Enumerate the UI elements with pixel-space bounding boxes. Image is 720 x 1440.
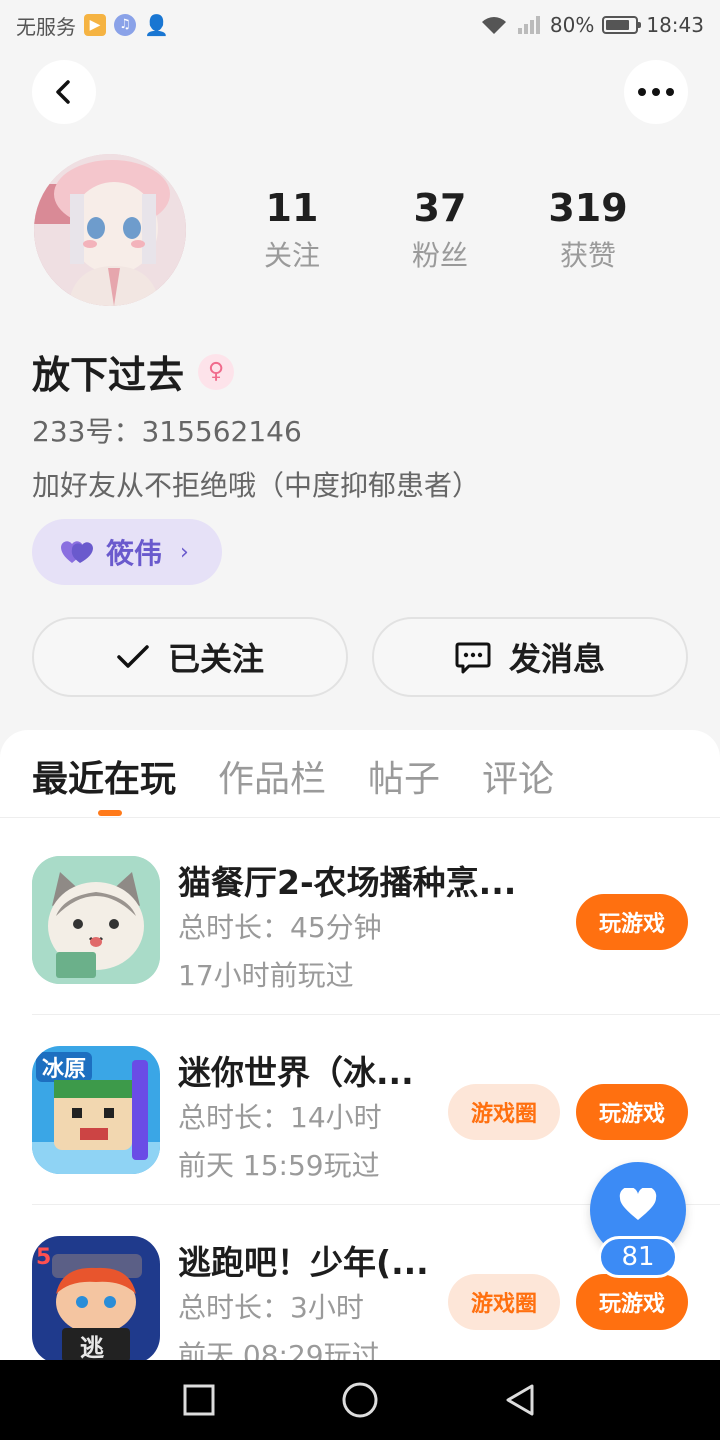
signal-icon bbox=[517, 16, 540, 34]
user-status-icon: 👤 bbox=[144, 13, 169, 37]
stat-following[interactable]: 11 关注 bbox=[218, 186, 366, 274]
female-icon: ♀ bbox=[198, 353, 235, 390]
svg-text:逃: 逃 bbox=[80, 1334, 104, 1362]
stat-followers[interactable]: 37 粉丝 bbox=[366, 186, 514, 274]
game-icon-mini-world[interactable]: 冰原 bbox=[32, 1046, 160, 1174]
send-message-label: 发消息 bbox=[508, 640, 605, 678]
more-dots-icon bbox=[638, 88, 674, 96]
game-icon-run-away[interactable]: 5 逃 bbox=[32, 1236, 160, 1364]
divider bbox=[32, 1014, 720, 1015]
stat-label: 获赞 bbox=[559, 239, 616, 272]
play-game-button[interactable]: 玩游戏 bbox=[576, 1274, 688, 1330]
carrier-text: 无服务 bbox=[16, 14, 76, 39]
chat-bubble-icon bbox=[455, 642, 491, 674]
play-game-button[interactable]: 玩游戏 bbox=[576, 894, 688, 950]
tab-comments[interactable]: 评论 bbox=[482, 750, 554, 818]
clock: 18:43 bbox=[646, 13, 704, 37]
game-duration: 总时长：45分钟 bbox=[178, 911, 382, 944]
cat-illustration bbox=[32, 856, 160, 984]
heart-icon bbox=[619, 1188, 657, 1220]
avatar-illustration bbox=[34, 154, 186, 306]
bio: 加好友从不拒绝哦（中度抑郁患者） bbox=[32, 469, 481, 502]
divider bbox=[0, 817, 720, 818]
tab-works[interactable]: 作品栏 bbox=[218, 750, 326, 818]
stat-label: 粉丝 bbox=[411, 239, 468, 272]
game-last-played: 前天 15:59玩过 bbox=[178, 1149, 380, 1182]
status-bar: 无服务 ▶ ♫ 👤 80% 18:43 bbox=[0, 0, 720, 50]
stat-value: 11 bbox=[265, 186, 319, 230]
run-away-illustration: 5 逃 bbox=[32, 1236, 160, 1364]
game-name: 迷你世界（冰... bbox=[178, 1053, 414, 1092]
battery-icon bbox=[602, 16, 642, 34]
back-button[interactable] bbox=[32, 60, 96, 124]
recent-apps-icon[interactable] bbox=[182, 1383, 216, 1417]
game-duration: 总时长：14小时 bbox=[178, 1101, 382, 1134]
cp-badge[interactable]: 筱伟 › bbox=[32, 519, 222, 585]
video-app-icon: ▶ bbox=[84, 14, 106, 36]
stat-likes[interactable]: 319 获赞 bbox=[514, 186, 662, 274]
stat-value: 37 bbox=[413, 186, 467, 230]
battery-percent: 80% bbox=[549, 13, 595, 37]
game-name: 猫餐厅2-农场播种烹... bbox=[178, 863, 517, 902]
svg-text:冰原: 冰原 bbox=[42, 1057, 86, 1082]
followed-label: 已关注 bbox=[167, 640, 264, 678]
system-nav-bar bbox=[0, 1360, 720, 1440]
game-circle-button[interactable]: 游戏圈 bbox=[448, 1084, 560, 1140]
chevron-right-icon: › bbox=[180, 539, 189, 565]
tab-posts[interactable]: 帖子 bbox=[368, 750, 440, 818]
tab-bar: 最近在玩 作品栏 帖子 评论 bbox=[32, 750, 554, 818]
music-app-icon: ♫ bbox=[114, 14, 136, 36]
like-count: 81 bbox=[598, 1236, 678, 1278]
game-circle-button[interactable]: 游戏圈 bbox=[448, 1274, 560, 1330]
game-last-played: 17小时前玩过 bbox=[178, 959, 354, 992]
play-game-button[interactable]: 玩游戏 bbox=[576, 1084, 688, 1140]
status-right: 80% 18:43 bbox=[480, 13, 704, 37]
avatar[interactable] bbox=[34, 154, 186, 306]
cp-name: 筱伟 bbox=[106, 537, 163, 570]
home-icon[interactable] bbox=[341, 1381, 379, 1419]
game-row[interactable]: 冰原 迷你世界（冰... 总时长：14小时 前天 15:59玩过 游戏圈 玩游戏 bbox=[32, 1046, 688, 1216]
nickname: 放下过去 bbox=[32, 353, 185, 397]
send-message-button[interactable]: 发消息 bbox=[372, 617, 688, 697]
back-arrow-icon bbox=[56, 80, 70, 104]
stat-label: 关注 bbox=[263, 239, 320, 272]
profile-stats: 11 关注 37 粉丝 319 获赞 bbox=[218, 186, 662, 274]
followed-button[interactable]: 已关注 bbox=[32, 617, 348, 697]
svg-text:5: 5 bbox=[36, 1245, 51, 1270]
wifi-icon bbox=[481, 17, 506, 34]
game-icon-cat-restaurant[interactable] bbox=[32, 856, 160, 984]
status-left: 无服务 ▶ ♫ 👤 bbox=[16, 11, 169, 40]
tab-recently-played[interactable]: 最近在玩 bbox=[32, 750, 176, 818]
mini-world-illustration: 冰原 bbox=[32, 1046, 160, 1174]
nav-back-icon[interactable] bbox=[504, 1383, 538, 1417]
checkmark-icon bbox=[117, 645, 149, 668]
tab-indicator bbox=[98, 810, 122, 816]
nickname-row: 放下过去 ♀ bbox=[32, 344, 235, 399]
game-name: 逃跑吧！少年(... bbox=[178, 1243, 429, 1282]
heart-icon bbox=[61, 541, 93, 563]
more-button[interactable] bbox=[624, 60, 688, 124]
user-id: 233号：315562146 bbox=[32, 415, 302, 448]
game-duration: 总时长：3小时 bbox=[178, 1291, 364, 1324]
stat-value: 319 bbox=[548, 186, 628, 230]
game-row[interactable]: 猫餐厅2-农场播种烹... 总时长：45分钟 17小时前玩过 玩游戏 bbox=[32, 856, 688, 1026]
